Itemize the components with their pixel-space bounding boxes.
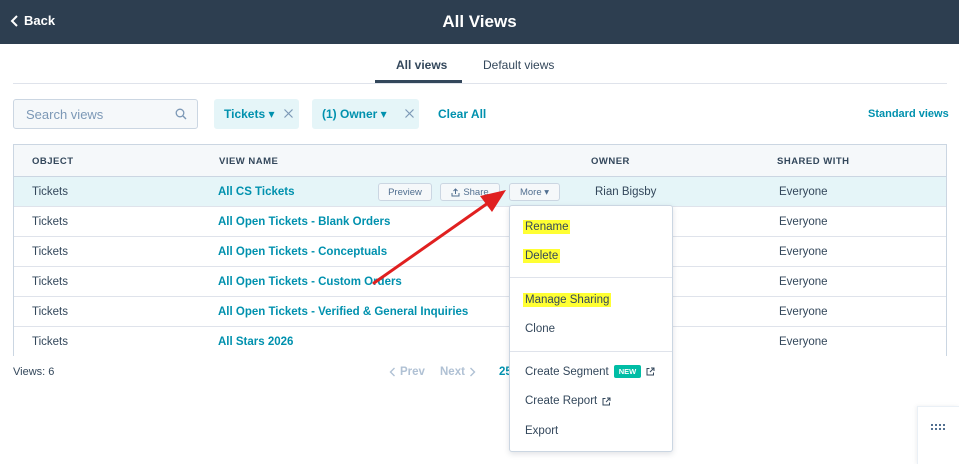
close-icon[interactable] xyxy=(404,108,415,119)
new-badge: NEW xyxy=(613,365,642,378)
more-button[interactable]: More ▾ xyxy=(509,183,560,201)
view-name-link[interactable]: All Open Tickets - Blank Orders xyxy=(218,216,390,228)
views-table: OBJECT VIEW NAME OWNER SHARED WITH Ticke… xyxy=(13,144,947,357)
table-row[interactable]: Tickets All Stars 2026 Everyone xyxy=(14,327,946,357)
chevron-left-icon xyxy=(389,367,395,377)
table-header: OBJECT VIEW NAME OWNER SHARED WITH xyxy=(14,145,946,177)
table-row[interactable]: Tickets All CS Tickets Preview Share Mor… xyxy=(14,177,946,207)
search-input[interactable] xyxy=(14,100,164,128)
menu-divider xyxy=(510,277,672,278)
view-name-link[interactable]: All Stars 2026 xyxy=(218,336,293,348)
page-title: All Views xyxy=(442,12,517,31)
object-cell: Tickets xyxy=(32,336,68,348)
share-icon xyxy=(451,187,460,196)
filter-owner-dropdown[interactable]: (1) Owner ▾ xyxy=(322,107,387,121)
views-count: Views: 6 xyxy=(13,366,55,378)
menu-divider xyxy=(510,351,672,352)
create-segment-label: Create Segment xyxy=(525,365,609,378)
table-row[interactable]: Tickets All Open Tickets - Verified & Ge… xyxy=(14,297,946,327)
table-row[interactable]: Tickets All Open Tickets - Conceptuals E… xyxy=(14,237,946,267)
column-header-object[interactable]: OBJECT xyxy=(32,156,74,167)
object-cell: Tickets xyxy=(32,306,68,318)
preview-button[interactable]: Preview xyxy=(378,183,432,201)
shared-with-cell: Everyone xyxy=(779,246,828,258)
search-icon xyxy=(175,108,187,120)
shared-with-cell: Everyone xyxy=(779,306,828,318)
clear-all-link[interactable]: Clear All xyxy=(438,107,486,121)
shared-with-cell: Everyone xyxy=(779,276,828,288)
view-name-link[interactable]: All Open Tickets - Verified & General In… xyxy=(218,306,468,318)
manage-sharing-label: Manage Sharing xyxy=(523,293,612,307)
delete-label: Delete xyxy=(523,249,561,263)
view-tabs: All views Default views xyxy=(13,44,947,84)
prev-page-button[interactable]: Prev xyxy=(389,366,425,378)
owner-cell: Rian Bigsby xyxy=(595,186,657,198)
object-cell: Tickets xyxy=(32,276,68,288)
filter-tickets: Tickets ▾ xyxy=(214,99,299,129)
app-grid-widget[interactable] xyxy=(917,406,959,464)
column-header-shared-with[interactable]: SHARED WITH xyxy=(777,156,850,167)
preview-label: Preview xyxy=(388,186,422,198)
view-name-link[interactable]: All Open Tickets - Custom Orders xyxy=(218,276,402,288)
close-icon[interactable] xyxy=(283,108,294,119)
view-name-link[interactable]: All CS Tickets xyxy=(218,186,295,198)
share-button[interactable]: Share xyxy=(440,183,500,201)
shared-with-cell: Everyone xyxy=(779,336,828,348)
menu-item-delete[interactable]: Delete xyxy=(523,249,561,263)
search-box xyxy=(13,99,198,129)
chevron-right-icon xyxy=(469,367,476,377)
tab-all-views[interactable]: All views xyxy=(396,58,447,72)
create-report-label: Create Report xyxy=(525,395,598,407)
external-link-icon xyxy=(646,367,655,376)
more-dropdown-menu: Rename Delete Manage Sharing Clone Creat… xyxy=(509,205,673,452)
menu-item-clone[interactable]: Clone xyxy=(525,323,555,335)
column-header-owner[interactable]: OWNER xyxy=(591,156,630,167)
column-header-view-name[interactable]: VIEW NAME xyxy=(219,156,278,167)
grid-icon xyxy=(931,424,945,430)
more-label: More ▾ xyxy=(519,186,550,198)
filter-tickets-dropdown[interactable]: Tickets ▾ xyxy=(224,107,275,121)
object-cell: Tickets xyxy=(32,216,68,228)
tab-default-views[interactable]: Default views xyxy=(483,58,554,72)
table-row[interactable]: Tickets All Open Tickets - Custom Orders… xyxy=(14,267,946,297)
top-bar: Back All Views xyxy=(0,0,959,44)
standard-views-link[interactable]: Standard views xyxy=(868,108,949,120)
export-label: Export xyxy=(525,425,559,437)
object-cell: Tickets xyxy=(32,246,68,258)
active-tab-indicator xyxy=(375,80,462,83)
next-label: Next xyxy=(440,366,465,378)
menu-item-manage-sharing[interactable]: Manage Sharing xyxy=(523,293,612,307)
menu-item-create-report[interactable]: Create Report xyxy=(525,395,611,407)
menu-item-create-segment[interactable]: Create Segment NEW xyxy=(525,365,655,378)
next-page-button[interactable]: Next xyxy=(440,366,476,378)
rename-label: Rename xyxy=(523,220,571,234)
prev-label: Prev xyxy=(400,366,425,378)
clone-label: Clone xyxy=(525,323,556,335)
shared-with-cell: Everyone xyxy=(779,216,828,228)
menu-item-export[interactable]: Export xyxy=(525,425,558,437)
object-cell: Tickets xyxy=(32,186,68,198)
menu-item-rename[interactable]: Rename xyxy=(523,220,571,234)
shared-with-cell: Everyone xyxy=(779,186,828,198)
share-label: Share xyxy=(463,186,489,198)
filter-owner: (1) Owner ▾ xyxy=(312,99,419,129)
external-link-icon xyxy=(602,397,611,405)
view-name-link[interactable]: All Open Tickets - Conceptuals xyxy=(218,246,387,258)
table-row[interactable]: Tickets All Open Tickets - Blank Orders … xyxy=(14,207,946,237)
